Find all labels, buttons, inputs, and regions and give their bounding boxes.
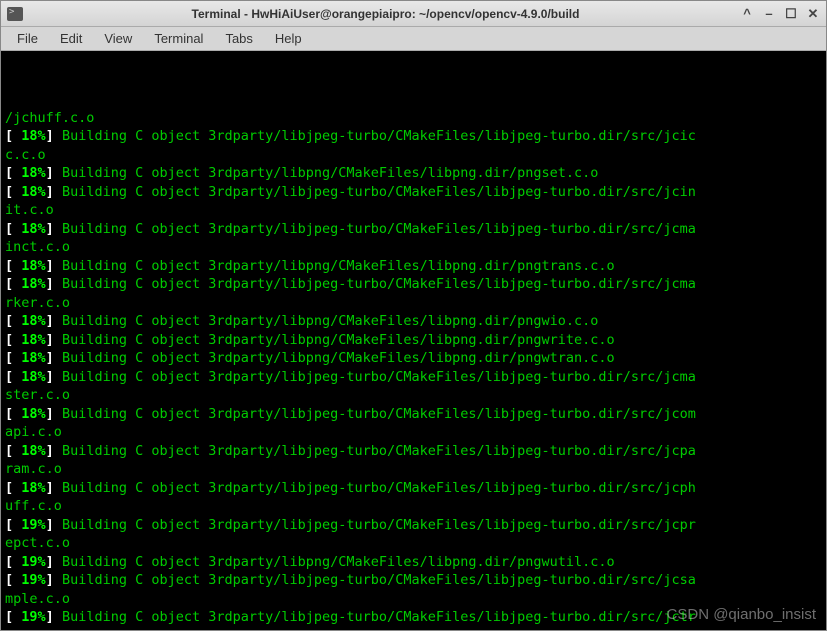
terminal-window: Terminal - HwHiAiUser@orangepiaipro: ~/o…: [0, 0, 827, 631]
terminal-line: rker.c.o: [5, 294, 822, 313]
terminal-line: [ 18%] Building C object 3rdparty/libjpe…: [5, 442, 822, 461]
terminal-line: [ 19%] Building C object 3rdparty/libjpe…: [5, 571, 822, 590]
menu-tabs[interactable]: Tabs: [215, 28, 262, 49]
terminal-line: [ 18%] Building C object 3rdparty/libpng…: [5, 331, 822, 350]
terminal-line: [ 18%] Building C object 3rdparty/libjpe…: [5, 368, 822, 387]
terminal-line: [ 18%] Building C object 3rdparty/libjpe…: [5, 275, 822, 294]
terminal-line: [ 18%] Building C object 3rdparty/libjpe…: [5, 220, 822, 239]
terminal-line: ram.c.o: [5, 460, 822, 479]
terminal-line: [ 19%] Building C object 3rdparty/libjpe…: [5, 516, 822, 535]
terminal-line: [ 18%] Building C object 3rdparty/libpng…: [5, 349, 822, 368]
terminal-line: [ 18%] Building C object 3rdparty/libjpe…: [5, 405, 822, 424]
terminal-line: [ 18%] Building C object 3rdparty/libjpe…: [5, 479, 822, 498]
window-title: Terminal - HwHiAiUser@orangepiaipro: ~/o…: [31, 7, 740, 21]
terminal-line: [ 18%] Building C object 3rdparty/libjpe…: [5, 127, 822, 146]
terminal-line: [ 19%] Building C object 3rdparty/libpng…: [5, 553, 822, 572]
maximize-button[interactable]: ☐: [784, 7, 798, 21]
menu-terminal[interactable]: Terminal: [144, 28, 213, 49]
rollup-button[interactable]: ^: [740, 7, 754, 21]
terminal-line: ster.c.o: [5, 386, 822, 405]
window-controls: ^ – ☐ ✕: [740, 7, 820, 21]
terminal-line: api.c.o: [5, 423, 822, 442]
terminal-app-icon: [7, 7, 23, 21]
minimize-button[interactable]: –: [762, 7, 776, 21]
terminal-line: mple.c.o: [5, 590, 822, 609]
terminal-line: epct.c.o: [5, 534, 822, 553]
terminal-output[interactable]: CSDN @qianbo_insist /jchuff.c.o[ 18%] Bu…: [1, 51, 826, 630]
menu-view[interactable]: View: [94, 28, 142, 49]
terminal-line: [ 18%] Building C object 3rdparty/libpng…: [5, 257, 822, 276]
terminal-line: [ 19%] Building C object 3rdparty/libjpe…: [5, 608, 822, 627]
terminal-line: uff.c.o: [5, 497, 822, 516]
terminal-line: inct.c.o: [5, 238, 822, 257]
menu-file[interactable]: File: [7, 28, 48, 49]
terminal-line: c.c.o: [5, 146, 822, 165]
terminal-line: ans.c.o: [5, 627, 822, 631]
terminal-line: [ 18%] Building C object 3rdparty/libpng…: [5, 312, 822, 331]
menu-help[interactable]: Help: [265, 28, 312, 49]
menu-edit[interactable]: Edit: [50, 28, 92, 49]
titlebar[interactable]: Terminal - HwHiAiUser@orangepiaipro: ~/o…: [1, 1, 826, 27]
terminal-line: /jchuff.c.o: [5, 109, 822, 128]
close-button[interactable]: ✕: [806, 7, 820, 21]
menubar: File Edit View Terminal Tabs Help: [1, 27, 826, 51]
terminal-line: [ 18%] Building C object 3rdparty/libpng…: [5, 164, 822, 183]
terminal-line: [ 18%] Building C object 3rdparty/libjpe…: [5, 183, 822, 202]
terminal-line: it.c.o: [5, 201, 822, 220]
